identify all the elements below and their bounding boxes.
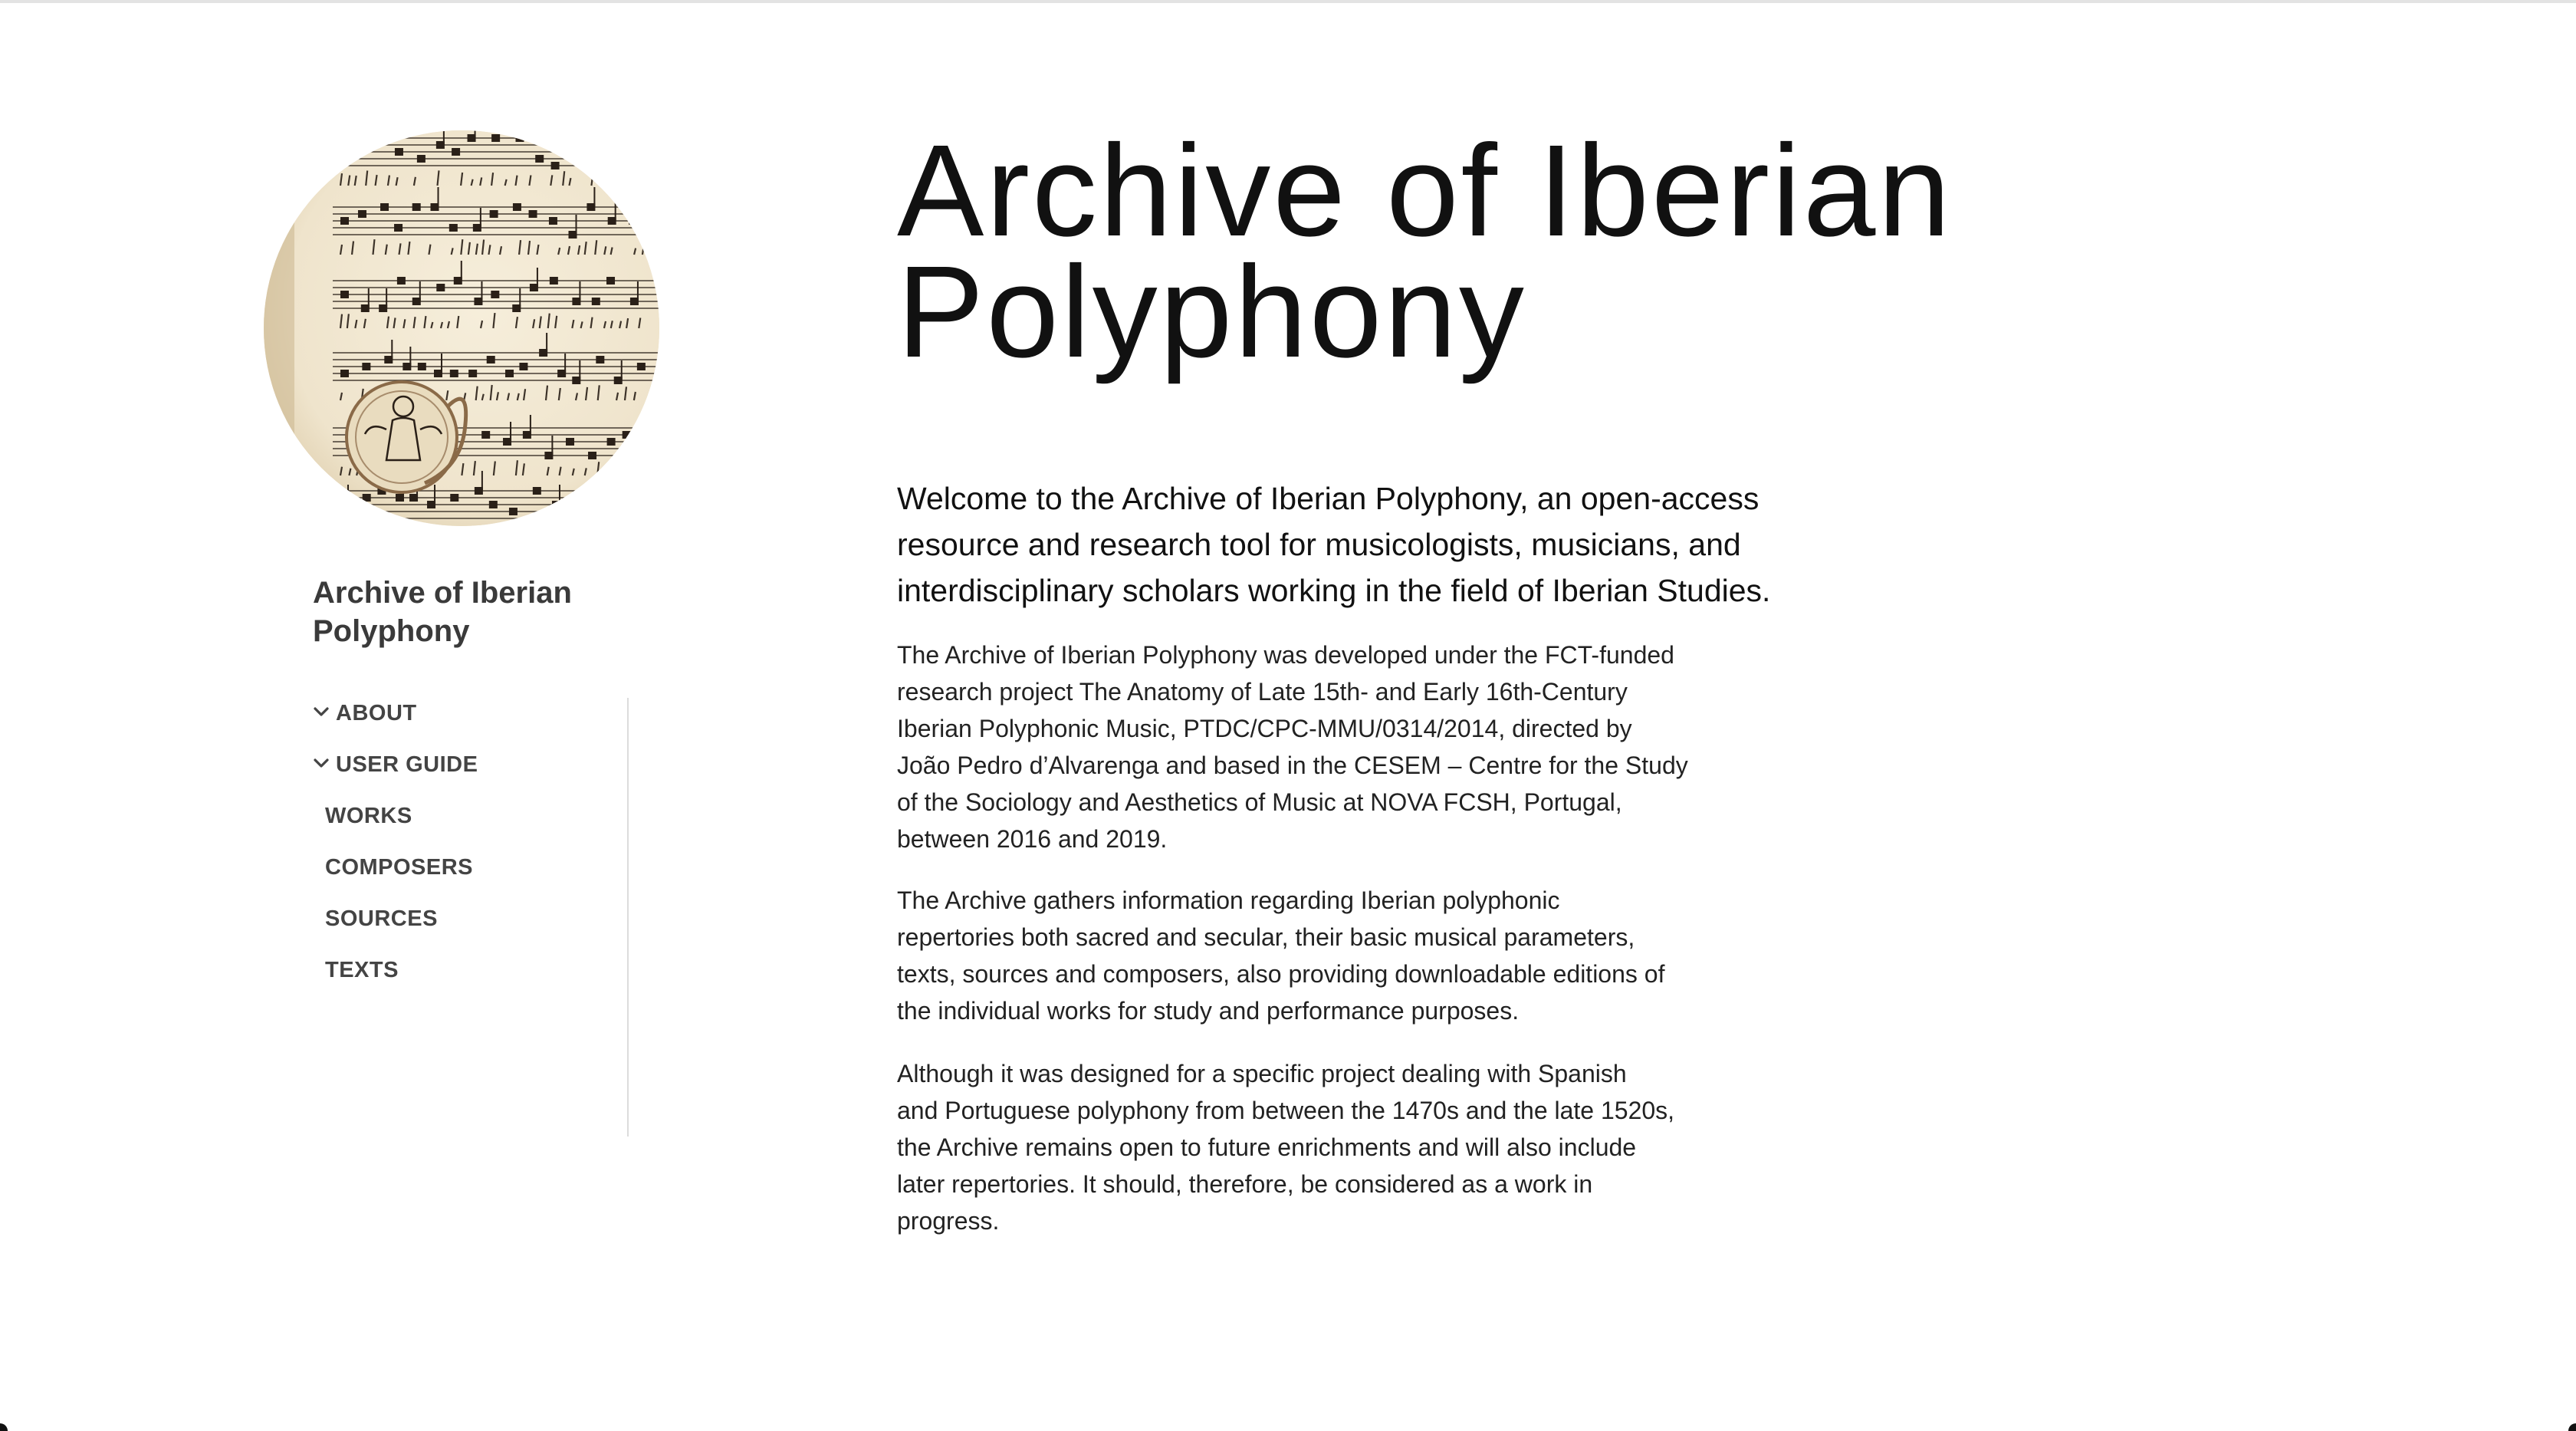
nav-item-label: SOURCES — [325, 906, 438, 931]
nav-item-label: USER GUIDE — [336, 752, 478, 777]
paragraph-line: Iberian Polyphonic Music, PTDC/CPC-MMU/0… — [897, 715, 1632, 742]
paragraph-line: research project The Anatomy of Late 15t… — [897, 678, 1628, 706]
sidebar-nav: ABOUT USER GUIDE WORKS COMPOSERS SOURCES… — [313, 698, 629, 1137]
site-title[interactable]: Archive of Iberian Polyphony — [313, 574, 635, 650]
nav-item-composers[interactable]: COMPOSERS — [325, 852, 473, 883]
page-title-line1: Archive of Iberian — [897, 118, 1953, 264]
nav-item-label: TEXTS — [325, 957, 399, 982]
window-corner-right — [2568, 1423, 2576, 1431]
page-title-line2: Polyphony — [897, 239, 1526, 385]
paragraph-scope: Although it was designed for a specific … — [897, 1055, 1748, 1239]
page-title: Archive of Iberian Polyphony — [897, 118, 1953, 385]
site-title-line2: Polyphony — [313, 614, 470, 648]
paragraph-line: João Pedro d’Alvarenga and based in the … — [897, 752, 1688, 779]
lead-line: Welcome to the Archive of Iberian Polyph… — [897, 481, 1760, 516]
lead-line: interdisciplinary scholars working in th… — [897, 573, 1771, 608]
nav-item-texts[interactable]: TEXTS — [325, 955, 399, 985]
music-manuscript-icon — [264, 130, 659, 526]
site-logo[interactable] — [264, 130, 659, 526]
top-border — [0, 0, 2576, 3]
paragraph-project: The Archive of Iberian Polyphony was dev… — [897, 637, 1748, 857]
site-title-line1: Archive of Iberian — [313, 576, 572, 610]
nav-item-user-guide[interactable]: USER GUIDE — [313, 749, 478, 780]
paragraph-line: the Archive remains open to future enric… — [897, 1133, 1637, 1161]
paragraph-line: later repertories. It should, therefore,… — [897, 1170, 1593, 1198]
paragraph-line: texts, sources and composers, also provi… — [897, 960, 1665, 988]
window-corner-left — [0, 1423, 8, 1431]
nav-item-works[interactable]: WORKS — [325, 801, 412, 831]
paragraph-line: progress. — [897, 1207, 1000, 1235]
chevron-down-icon — [313, 752, 331, 778]
nav-item-label: COMPOSERS — [325, 854, 474, 880]
welcome-lead: Welcome to the Archive of Iberian Polyph… — [897, 475, 1863, 614]
lead-line: resource and research tool for musicolog… — [897, 527, 1741, 562]
paragraph-line: The Archive of Iberian Polyphony was dev… — [897, 641, 1674, 669]
paragraph-line: repertories both sacred and secular, the… — [897, 923, 1635, 951]
paragraph-line: Although it was designed for a specific … — [897, 1060, 1627, 1087]
nav-item-sources[interactable]: SOURCES — [325, 903, 438, 934]
nav-item-about[interactable]: ABOUT — [313, 698, 417, 729]
paragraph-line: and Portuguese polyphony from between th… — [897, 1097, 1675, 1124]
paragraph-contents: The Archive gathers information regardin… — [897, 882, 1748, 1029]
nav-item-label: ABOUT — [336, 700, 417, 725]
nav-item-label: WORKS — [325, 803, 412, 828]
paragraph-line: The Archive gathers information regardin… — [897, 887, 1560, 914]
paragraph-line: of the Sociology and Aesthetics of Music… — [897, 788, 1622, 816]
chevron-down-icon — [313, 701, 331, 726]
paragraph-line: between 2016 and 2019. — [897, 825, 1168, 853]
paragraph-line: the individual works for study and perfo… — [897, 997, 1520, 1025]
